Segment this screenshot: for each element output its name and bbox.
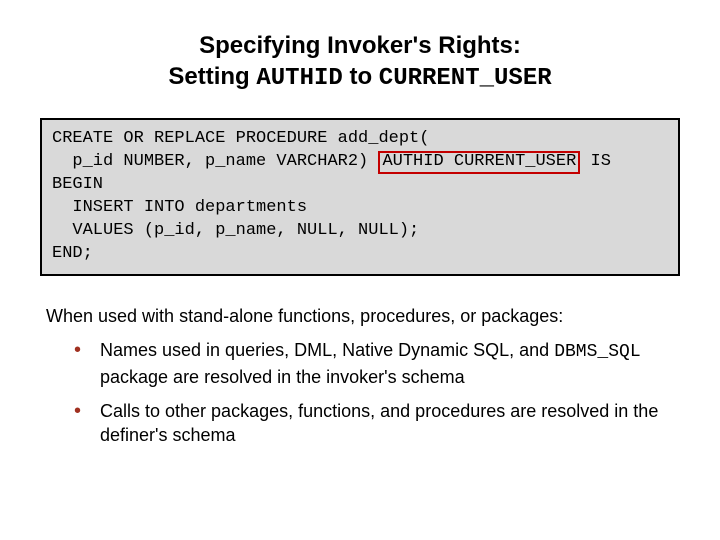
list-item: Names used in queries, DML, Native Dynam… xyxy=(74,338,680,389)
code-line-6: END; xyxy=(52,244,93,263)
authid-highlight: AUTHID CURRENT_USER xyxy=(378,151,580,174)
code-line-5: VALUES (p_id, p_name, NULL, NULL); xyxy=(52,221,419,240)
bullet2-text: Calls to other packages, functions, and … xyxy=(100,401,658,445)
code-line-2-pre: p_id NUMBER, p_name VARCHAR2) xyxy=(52,152,378,171)
code-line-3: BEGIN xyxy=(52,175,103,194)
title-current-user: CURRENT_USER xyxy=(379,65,552,92)
code-line-4: INSERT INTO departments xyxy=(52,198,307,217)
title-line2-pre: Setting xyxy=(168,63,256,90)
code-line-1: CREATE OR REPLACE PROCEDURE add_dept( xyxy=(52,129,429,148)
bullet1-mono: DBMS_SQL xyxy=(554,342,640,362)
bullet-list: Names used in queries, DML, Native Dynam… xyxy=(74,338,680,447)
title-line2-mid: to xyxy=(343,63,379,90)
title-line1: Specifying Invoker's Rights: xyxy=(199,32,521,59)
list-item: Calls to other packages, functions, and … xyxy=(74,399,680,448)
title-authid: AUTHID xyxy=(256,65,342,92)
bullet1-pre: Names used in queries, DML, Native Dynam… xyxy=(100,340,554,360)
slide-title: Specifying Invoker's Rights: Setting AUT… xyxy=(40,30,680,94)
authid-highlight-text: AUTHID CURRENT_USER xyxy=(382,152,576,171)
code-block: CREATE OR REPLACE PROCEDURE add_dept( p_… xyxy=(40,118,680,276)
intro-text: When used with stand-alone functions, pr… xyxy=(46,304,680,328)
bullet1-post: package are resolved in the invoker's sc… xyxy=(100,367,465,387)
code-line-2-post: IS xyxy=(580,152,611,171)
